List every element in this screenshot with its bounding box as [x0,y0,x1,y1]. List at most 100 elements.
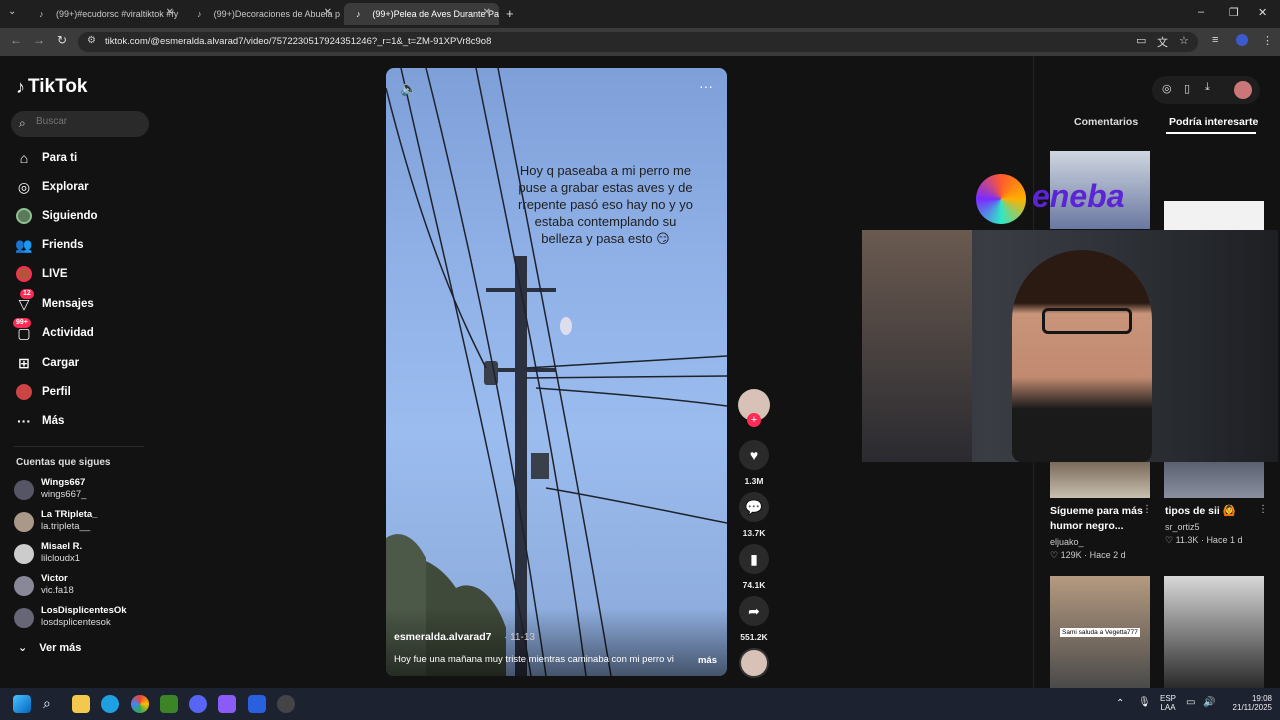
video-player[interactable]: 🔈 ··· Hoy q paseaba a mi perro me puse a… [386,68,727,676]
back-icon[interactable]: ← [10,33,22,47]
minimize-icon[interactable]: – [1198,6,1204,18]
video-thumbnail[interactable] [1164,201,1264,231]
search-box[interactable]: ⌕ [11,111,149,137]
url-text[interactable]: tiktok.com/@esmeralda.alvarad7/video/757… [105,36,491,47]
app-icon[interactable] [248,695,266,713]
card-title[interactable]: tipos de sii 🙆 [1165,504,1260,519]
card-more-icon[interactable]: ⋮ [1258,504,1268,515]
nav-actividad[interactable]: ▢ 99+ Actividad [13,318,94,343]
description-more-link[interactable]: más [698,655,717,666]
profile-icon[interactable] [1236,34,1248,46]
nav-friends[interactable]: 👥 Friends [15,235,84,255]
clock[interactable]: 19:08 21/11/2025 [1222,694,1272,712]
card-title[interactable]: Sígueme para más humor negro... [1050,504,1145,534]
volume-icon[interactable]: 🔈 [400,80,417,97]
browser-tab-3[interactable]: ♪ (99+)Pelea de Aves Durante Pa ✕ [344,3,499,25]
card-user[interactable]: sr_ortiz5 [1165,522,1200,532]
media-controls-icon[interactable]: ≡ [1212,34,1218,46]
browser-tab-1[interactable]: ♪ (99+)#ecudorsc #viraltiktok #fy ✕ [27,3,182,25]
following-handle: la.tripleta__ [41,521,91,532]
like-button[interactable]: ♥ 1.3M [738,440,770,486]
tab-bar: ⌄ ♪ (99+)#ecudorsc #viraltiktok #fy ✕ ♪ … [0,0,1280,28]
close-tab-icon[interactable]: ✕ [324,7,332,18]
nav-para-ti[interactable]: ⌂ Para ti [15,148,77,168]
reload-icon[interactable]: ↻ [57,33,67,47]
menu-icon[interactable]: ⋮ [1262,34,1273,47]
search-icon[interactable]: ⌕ [43,695,61,713]
discord-icon[interactable] [189,695,207,713]
forward-icon[interactable]: → [33,33,45,47]
device-icon[interactable]: ▯ [1184,82,1190,95]
minecraft-icon[interactable] [160,695,178,713]
nav-siguiendo[interactable]: Siguiendo [15,206,98,226]
card-user[interactable]: eljuako_ [1050,537,1084,547]
video-username[interactable]: esmeralda.alvarad7 [394,631,491,643]
edge-icon[interactable] [101,695,119,713]
creator-avatar-button[interactable]: + [738,389,770,427]
nav-live[interactable]: LIVE [15,264,68,284]
video-overlay-text: Hoy q paseaba a mi perro me puse a graba… [518,163,693,246]
card-likes: 11.3K [1175,535,1199,545]
comment-button[interactable]: 💬 13.7K [738,492,770,538]
video-thumbnail[interactable] [1164,462,1264,498]
tab-search-icon[interactable]: ⌄ [8,6,16,17]
see-more-label: Ver más [39,642,82,654]
mic-icon[interactable]: 🎙 [1138,697,1151,708]
browser-tab-2[interactable]: ♪ (99+)Decoraciones de Abuela p ✕ [185,3,340,25]
share-button[interactable]: ➦ 551.2K [738,596,770,642]
coins-icon[interactable]: ◎ [1162,82,1172,95]
tab-title: (99+)Decoraciones de Abuela p [213,9,340,19]
windows-start-icon[interactable] [13,695,31,713]
more-options-icon[interactable]: ··· [699,78,713,94]
clock-time: 19:08 [1251,694,1272,703]
site-info-icon[interactable]: ⚙ [87,35,96,46]
nav-label: Friends [42,239,84,251]
see-more-button[interactable]: ⌄ Ver más [18,641,81,654]
app-icon[interactable] [218,695,236,713]
streamer-figure [1012,250,1152,462]
eneba-logo-icon [976,174,1026,224]
bookmark-star-icon[interactable]: ☆ [1179,34,1189,47]
volume-icon[interactable]: 🔊 [1203,697,1215,708]
close-window-icon[interactable]: ✕ [1258,6,1267,19]
nav-mensajes[interactable]: ▽ 12 Mensajes [15,289,94,314]
tray-chevron-icon[interactable]: ⌃ [1116,698,1124,709]
save-count: 74.1K [742,580,766,590]
close-tab-icon[interactable]: ✕ [483,7,491,18]
close-tab-icon[interactable]: ✕ [166,7,174,18]
comment-count: 13.7K [742,528,766,538]
user-avatar-icon[interactable] [1234,81,1252,99]
download-icon[interactable]: ⤓ [1205,81,1210,94]
nav-perfil[interactable]: Perfil [15,382,71,402]
follow-plus-icon[interactable]: + [747,413,761,427]
video-thumbnail[interactable]: Sami saluda a Vegetta777 [1050,576,1150,688]
cast-icon[interactable]: ▭ [1136,34,1146,47]
nav-explorar[interactable]: ◎ Explorar [15,177,89,197]
restore-icon[interactable]: ❐ [1229,6,1239,19]
language-indicator[interactable]: ESP LAA [1160,694,1176,712]
file-explorer-icon[interactable] [72,695,90,713]
tiktok-logo[interactable]: ♪ TikTok [16,76,87,98]
tab-podria-interesarte[interactable]: Podría interesarte [1169,116,1258,128]
new-tab-icon[interactable]: + [506,6,514,21]
save-button[interactable]: ▮ 74.1K [738,544,770,590]
eneba-logo-overlay: eneba [976,170,1156,228]
sound-avatar-button[interactable] [738,648,770,678]
address-bar: ← → ↻ ⚙ tiktok.com/@esmeralda.alvarad7/v… [0,28,1280,56]
network-icon[interactable]: ▭ [1186,697,1195,708]
obs-icon[interactable] [277,695,295,713]
messages-icon: ▽ 12 [15,289,34,313]
video-thumbnail[interactable] [1164,576,1264,688]
following-name: Victor [41,573,68,584]
chrome-icon[interactable] [131,695,149,713]
nav-cargar[interactable]: ⊞ Cargar [15,353,79,373]
avatar [14,576,34,596]
nav-mas[interactable]: ··· Más [15,411,64,431]
tab-comentarios[interactable]: Comentarios [1074,116,1138,128]
card-more-icon[interactable]: ⋮ [1142,504,1152,515]
search-input[interactable] [36,116,136,127]
translate-icon[interactable]: 文 [1157,34,1168,50]
glasses [1042,308,1132,334]
omnibox[interactable]: ⚙ tiktok.com/@esmeralda.alvarad7/video/7… [78,32,1198,52]
video-thumbnail[interactable] [1050,462,1150,498]
